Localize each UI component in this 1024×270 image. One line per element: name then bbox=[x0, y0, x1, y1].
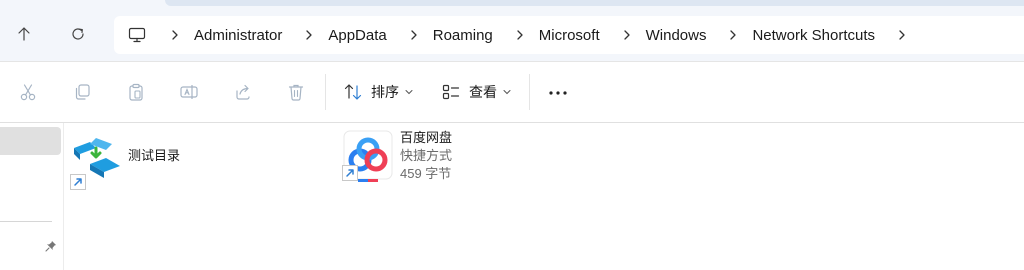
view-icon bbox=[442, 84, 460, 100]
chevron-down-icon bbox=[405, 89, 413, 95]
more-icon bbox=[549, 91, 567, 95]
this-pc-button[interactable] bbox=[116, 16, 158, 54]
chevron-right-icon[interactable] bbox=[507, 16, 533, 54]
breadcrumb-item-current[interactable]: Network Shortcuts bbox=[746, 27, 885, 44]
refresh-icon bbox=[72, 28, 84, 40]
view-button[interactable]: 查看 bbox=[441, 78, 511, 106]
breadcrumb-item[interactable]: AppData bbox=[322, 27, 396, 44]
tab-strip-edge bbox=[165, 0, 1024, 6]
shortcut-arrow-icon bbox=[342, 165, 358, 181]
nav-selected-item[interactable] bbox=[0, 127, 61, 155]
separator bbox=[325, 74, 326, 110]
more-options-button[interactable] bbox=[545, 80, 571, 106]
sort-icon bbox=[344, 84, 362, 100]
view-label: 查看 bbox=[469, 84, 497, 100]
cut-button[interactable] bbox=[16, 80, 40, 104]
baidu-netdisk-icon bbox=[342, 129, 394, 182]
item-text: 百度网盘 快捷方式 459 字节 bbox=[400, 129, 452, 183]
breadcrumb: Administrator AppData Roaming Microsoft … bbox=[158, 16, 915, 54]
chevron-right-icon[interactable] bbox=[889, 16, 915, 54]
item-type: 快捷方式 bbox=[400, 148, 453, 163]
file-item[interactable]: 测试目录 bbox=[70, 134, 180, 190]
chevron-right-icon[interactable] bbox=[614, 16, 640, 54]
chevron-down-icon bbox=[503, 89, 511, 95]
sort-label: 排序 bbox=[371, 84, 399, 100]
nav-divider bbox=[0, 221, 52, 222]
share-button[interactable] bbox=[231, 80, 255, 104]
navigation-pane bbox=[0, 123, 64, 270]
breadcrumb-item[interactable]: Microsoft bbox=[533, 27, 610, 44]
shortcut-arrow-icon bbox=[70, 174, 86, 190]
item-name: 测试目录 bbox=[128, 148, 181, 163]
delete-icon bbox=[288, 84, 304, 101]
chevron-right-icon[interactable] bbox=[162, 16, 188, 54]
breadcrumb-item[interactable]: Administrator bbox=[188, 27, 292, 44]
delete-button[interactable] bbox=[284, 80, 308, 104]
cut-icon bbox=[20, 84, 36, 101]
chevron-right-icon[interactable] bbox=[296, 16, 322, 54]
separator bbox=[529, 74, 530, 110]
up-button[interactable] bbox=[10, 20, 38, 48]
copy-button[interactable] bbox=[70, 80, 94, 104]
refresh-button[interactable] bbox=[64, 20, 92, 48]
arrow-up-icon bbox=[18, 27, 30, 41]
copy-icon bbox=[75, 84, 90, 100]
breadcrumb-item[interactable]: Windows bbox=[640, 27, 717, 44]
item-text: 测试目录 bbox=[128, 134, 180, 178]
network-folder-icon bbox=[70, 134, 122, 190]
paste-icon bbox=[129, 83, 143, 101]
item-name: 百度网盘 bbox=[400, 130, 453, 145]
command-bar: 排序 查看 bbox=[0, 62, 1024, 122]
chevron-right-icon[interactable] bbox=[720, 16, 746, 54]
paste-button[interactable] bbox=[124, 80, 148, 104]
sort-button[interactable]: 排序 bbox=[343, 78, 413, 106]
divider bbox=[0, 122, 1024, 123]
rename-icon bbox=[180, 85, 198, 99]
this-pc-icon bbox=[128, 27, 146, 43]
file-item[interactable]: 百度网盘 快捷方式 459 字节 bbox=[342, 129, 452, 183]
address-bar[interactable]: Administrator AppData Roaming Microsoft … bbox=[114, 16, 1024, 54]
pin-icon[interactable] bbox=[44, 239, 58, 253]
item-size: 459 字节 bbox=[400, 166, 452, 181]
chevron-right-icon[interactable] bbox=[401, 16, 427, 54]
rename-button[interactable] bbox=[177, 80, 201, 104]
share-icon bbox=[236, 84, 250, 100]
breadcrumb-item[interactable]: Roaming bbox=[427, 27, 503, 44]
